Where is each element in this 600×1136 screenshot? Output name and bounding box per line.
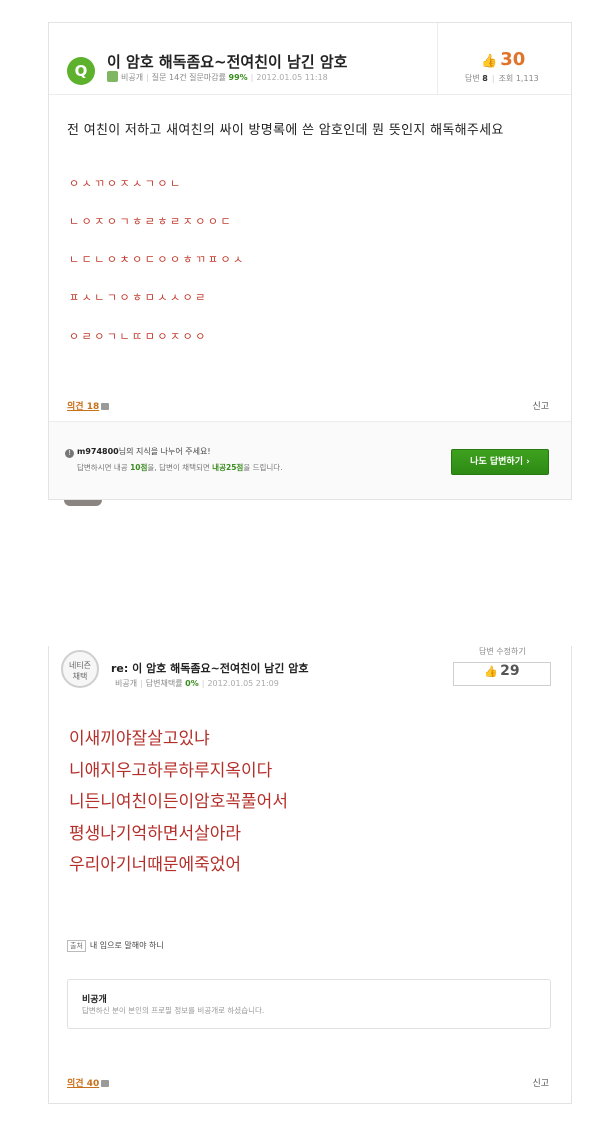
share-username[interactable]: m974800 xyxy=(77,447,119,456)
answer-line: 평생나기억하면서살아라 xyxy=(69,823,242,844)
question-report-link[interactable]: 신고 xyxy=(532,399,549,412)
netizen-adopted-badge: 네티즌 채택 xyxy=(61,650,99,688)
code-line: ㅇㅅㄲㅇㅈㅅㄱㅇㄴ xyxy=(69,177,183,190)
answer-line: 니든니여친이든이암호꼭풀어서 xyxy=(69,792,288,812)
question-badge: Q xyxy=(67,57,95,85)
question-stats-text: 질문 14건 질문마감률 xyxy=(151,73,226,82)
answer-author[interactable]: 비공개 xyxy=(115,679,137,688)
question-close-rate: 99% xyxy=(228,73,248,82)
info-icon: ! xyxy=(65,449,74,458)
answer-line: 우리아기너때문에죽었어 xyxy=(69,855,242,875)
view-count: 1,113 xyxy=(515,74,539,83)
answer-button[interactable]: 나도 답변하기 › xyxy=(451,449,549,475)
question-date: 2012.01.05 11:18 xyxy=(256,73,328,82)
private-profile-box: 비공개 답변하신 분이 본인의 프로필 정보를 비공개로 하셨습니다. xyxy=(67,979,551,1029)
answer-meta: 비공개 | 답변채택률 0% | 2012.01.05 21:09 xyxy=(115,679,279,688)
private-description: 답변하신 분이 본인의 프로필 정보를 비공개로 하셨습니다. xyxy=(82,1006,265,1015)
answer-adopt-rate: 0% xyxy=(185,679,199,688)
comment-icon xyxy=(101,403,110,410)
private-title: 비공개 xyxy=(82,995,107,1005)
question-body: 전 여친이 저하고 새여친의 싸이 방명록에 쓴 암호인데 뭔 뜻인지 해독해주… xyxy=(67,123,504,138)
question-opinion-link[interactable]: 의견 18 xyxy=(67,399,110,412)
question-meta: 비공개 | 질문 14건 질문마감률 99% | 2012.01.05 11:18 xyxy=(107,71,328,83)
header-divider xyxy=(437,23,438,95)
answer-text: 이새끼야잘살고있냐 니애지우고하루하루지옥이다 니든니여친이든이암호꼭풀어서 평… xyxy=(69,724,288,882)
code-line: ㅍㅅㄴㄱㅇㅎㅁㅅㅅㅇㄹ xyxy=(69,291,208,304)
answer-line: 니애지우고하루하루지옥이다 xyxy=(69,760,273,781)
answer-count: 8 xyxy=(482,74,488,83)
question-title: 이 암호 해독좀요~전여친이 남긴 암호 xyxy=(107,53,348,71)
question-stats: 답변 8 | 조회 1,113 xyxy=(465,74,539,83)
points-info: 답변하시면 내공 10점을, 답변이 채택되면 내공25점을 드립니다. xyxy=(77,463,283,472)
question-like-count[interactable]: 👍 30 xyxy=(481,49,525,70)
answer-card: 네티즌 채택 re: 이 암호 해독좀요~전여친이 남긴 암호 비공개 | 답변채택… xyxy=(48,646,572,1104)
question-author[interactable]: 비공개 xyxy=(121,73,143,82)
code-line: ㄴㄷㄴㅇㅊㅇㄷㅇㅇㅎㄲㅍㅇㅅ xyxy=(69,253,246,266)
question-header: Q 이 암호 해독좀요~전여친이 남긴 암호 비공개 | 질문 14건 질문마감률 … xyxy=(49,23,571,95)
code-line: ㅇㄹㅇㄱㄴㄸㅁㅇㅈㅇㅇ xyxy=(69,330,208,343)
comment-icon xyxy=(101,1080,110,1087)
source-text: 내 입으로 말해야 하니 xyxy=(89,941,164,950)
question-footer: ! m974800님의 지식을 나누어 주세요! 답변하시면 내공 10점을, 답… xyxy=(49,421,571,499)
code-line: ㄴㅇㅈㅇㄱㅎㄹㅎㄹㅈㅇㅇㄷ xyxy=(69,215,234,228)
question-card: Q 이 암호 해독좀요~전여친이 남긴 암호 비공개 | 질문 14건 질문마감률 … xyxy=(48,22,572,500)
answer-report-link[interactable]: 신고 xyxy=(532,1076,549,1089)
user-profile-icon xyxy=(107,71,118,82)
source-tag: 출처 xyxy=(67,940,86,952)
answer-line: 이새끼야잘살고있냐 xyxy=(69,729,210,749)
decorative-blob xyxy=(64,500,102,506)
answer-opinion-link[interactable]: 의견 40 xyxy=(67,1076,110,1089)
answer-title: re: 이 암호 해독좀요~전여친이 남긴 암호 xyxy=(111,662,309,675)
answer-date: 2012.01.05 21:09 xyxy=(207,679,279,688)
answer-source: 출처 내 입으로 말해야 하니 xyxy=(67,940,164,952)
thumbs-up-icon: 👍 xyxy=(484,665,499,678)
edit-answer-link[interactable]: 답변 수정하기 xyxy=(479,646,526,657)
thumbs-up-icon: 👍 xyxy=(481,54,498,69)
share-prompt: ! m974800님의 지식을 나누어 주세요! xyxy=(65,446,211,458)
answer-like-button[interactable]: 👍 29 xyxy=(453,662,551,686)
